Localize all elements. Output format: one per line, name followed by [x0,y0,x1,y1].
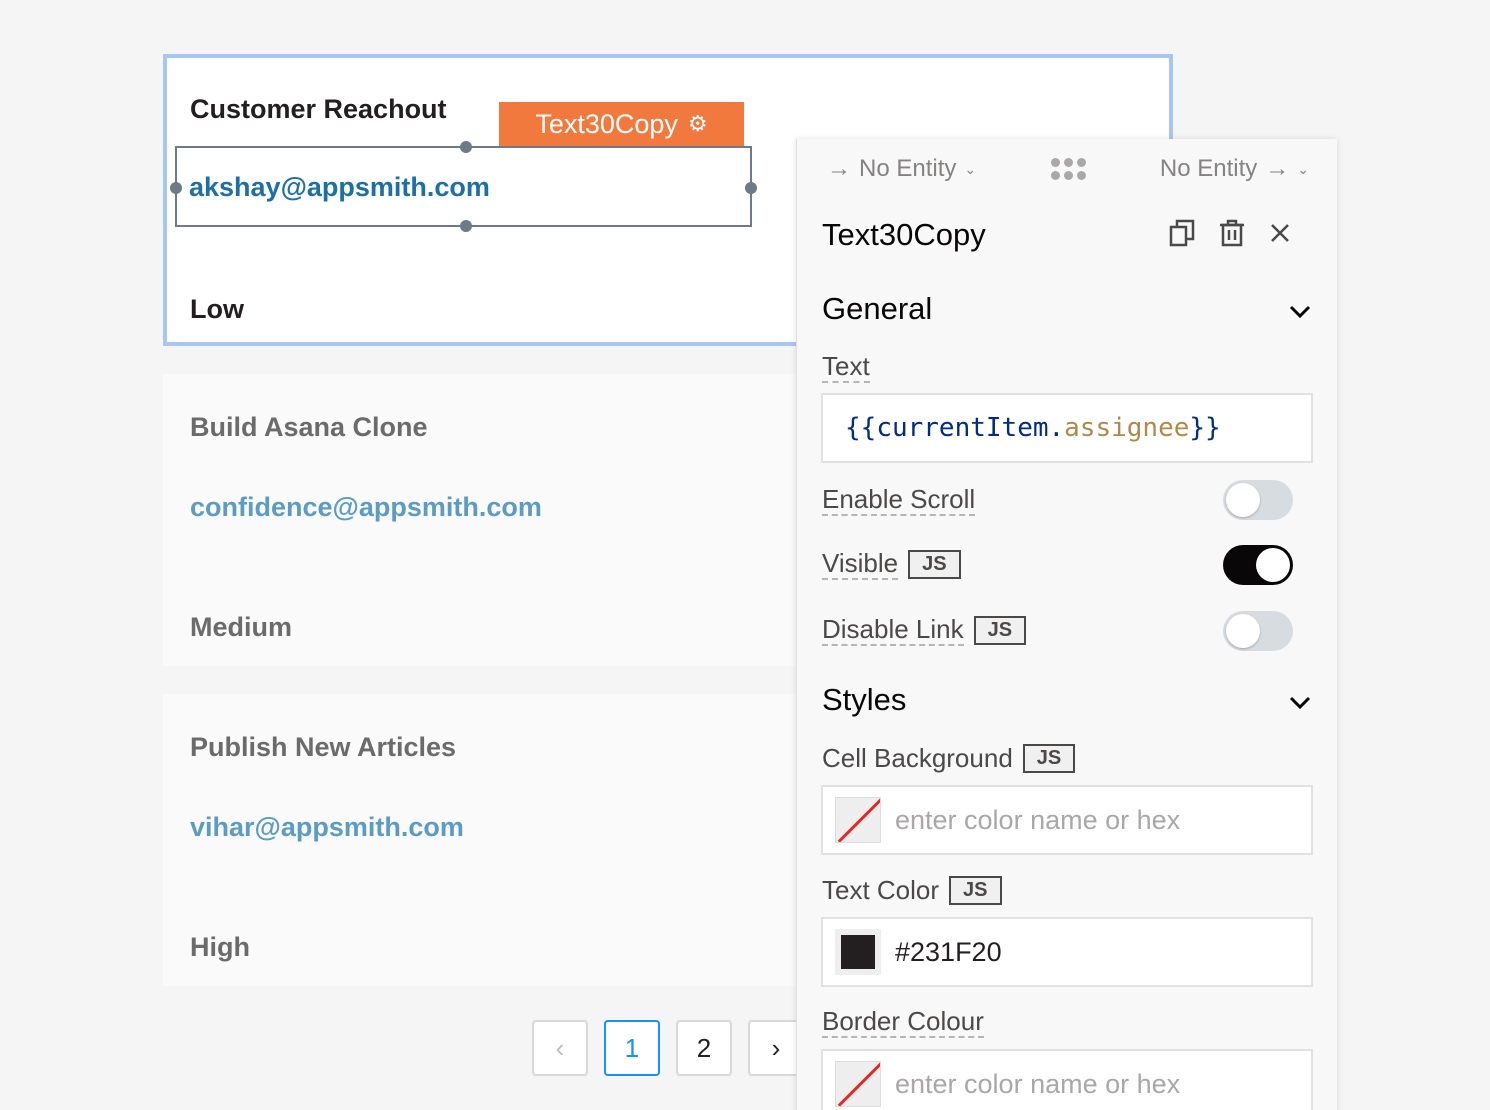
cell-background-label: Cell Background [822,743,1013,773]
enable-scroll-toggle[interactable] [1223,480,1293,520]
item-title: Publish New Articles [190,732,457,762]
resize-handle-right[interactable] [745,182,757,194]
js-toggle-button[interactable]: JS [949,876,1002,905]
arrow-right-icon: → [827,155,851,182]
border-colour-input[interactable]: enter color name or hex [821,1049,1313,1110]
item-priority: Low [190,294,244,324]
widget-name-tag[interactable]: Text30Copy ⚙ [499,102,744,146]
widget-name-title[interactable]: Text30Copy [822,217,986,253]
incoming-entity-dropdown[interactable]: → No Entity ⌄ [827,155,976,183]
cell-background-placeholder: enter color name or hex [895,804,1181,835]
visible-property-label: Visible JS [822,549,961,580]
resize-handle-left[interactable] [170,182,182,194]
no-color-swatch-icon[interactable] [835,1061,881,1107]
border-colour-placeholder: enter color name or hex [895,1068,1181,1099]
pagination-page-1[interactable]: 1 [604,1020,660,1076]
gear-icon[interactable]: ⚙ [688,111,708,137]
cell-background-property-label: Cell Background JS [822,743,1076,774]
item-priority: High [190,932,250,962]
section-styles-label: Styles [822,682,907,717]
pane-connections-bar: → No Entity ⌄ No Entity → ⌄ [797,139,1337,199]
visible-toggle[interactable] [1223,545,1293,585]
close-icon[interactable] [1269,222,1291,244]
outgoing-entity-label: No Entity [1159,155,1258,182]
chevron-down-icon [1288,291,1312,327]
code-object: currentItem [876,413,1049,443]
item-email[interactable]: vihar@appsmith.com [190,812,464,843]
text-color-swatch[interactable] [835,929,881,975]
item-title: Build Asana Clone [190,412,428,442]
section-general-label: General [822,291,933,326]
drag-handle-icon[interactable] [1050,158,1086,180]
js-toggle-button[interactable]: JS [908,549,961,579]
js-toggle-button[interactable]: JS [973,615,1027,645]
pagination-prev-button[interactable]: ‹ [532,1020,588,1076]
disable-link-property-label: Disable Link JS [822,614,1027,646]
widget-name-label: Text30Copy [535,108,678,139]
enable-scroll-property-label: Enable Scroll [822,484,976,516]
property-pane: → No Entity ⌄ No Entity → ⌄ Text30Copy G… [796,139,1337,1110]
item-email[interactable]: confidence@appsmith.com [190,492,542,523]
pagination-page-2[interactable]: 2 [676,1020,732,1076]
item-email[interactable]: akshay@appsmith.com [189,172,490,203]
visible-label: Visible [822,548,899,580]
border-colour-label: Border Colour [822,1006,984,1038]
outgoing-entity-dropdown[interactable]: No Entity → ⌄ [1160,155,1309,183]
disable-link-toggle[interactable] [1223,611,1293,651]
item-priority: Medium [190,612,293,642]
text-code-input[interactable]: {{currentItem. assignee}} [821,393,1313,463]
delete-icon[interactable] [1219,219,1245,247]
item-title: Customer Reachout [190,94,447,124]
chevron-down-icon: ⌄ [1297,160,1309,177]
text-property-label: Text [822,352,870,383]
incoming-entity-label: No Entity [859,155,957,182]
text-color-label: Text Color [822,875,940,905]
selected-text-widget[interactable]: akshay@appsmith.com [170,141,757,232]
enable-scroll-label: Enable Scroll [822,484,976,516]
no-color-swatch-icon[interactable] [835,797,881,843]
text-label: Text [822,351,870,383]
resize-handle-top[interactable] [460,141,472,153]
code-dot: . [1048,413,1065,443]
border-colour-property-label: Border Colour [822,1007,984,1038]
code-close-brace: }} [1189,413,1221,443]
copy-icon[interactable] [1169,219,1195,247]
code-open-brace: {{ [845,413,877,443]
pane-actions [1169,219,1291,247]
chevron-down-icon [1288,682,1312,718]
text-color-property-label: Text Color JS [822,875,1002,906]
text-color-value: #231F20 [895,936,1002,967]
js-toggle-button[interactable]: JS [1022,744,1076,773]
cell-background-color-input[interactable]: enter color name or hex [821,785,1313,855]
text-color-input[interactable]: #231F20 [821,917,1313,987]
code-property: assignee [1064,413,1190,443]
arrow-right-icon: → [1265,155,1290,182]
section-styles[interactable]: Styles [822,682,1312,718]
resize-handle-bottom[interactable] [460,220,472,232]
chevron-down-icon: ⌄ [964,160,977,177]
section-general[interactable]: General [822,291,1312,327]
disable-link-label: Disable Link [822,614,964,646]
